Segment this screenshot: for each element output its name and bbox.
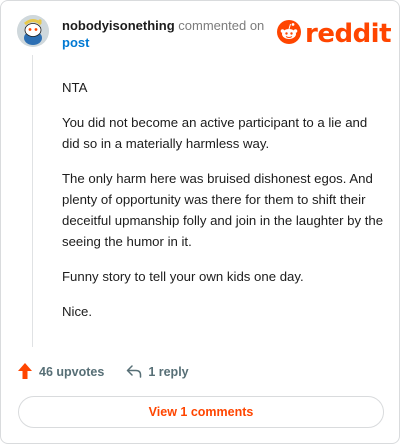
upvotes-count: 46 upvotes <box>39 365 105 379</box>
comment-paragraph: The only harm here was bruised dishonest… <box>62 171 384 249</box>
reddit-logo[interactable]: reddit <box>277 19 392 49</box>
logo-text: reddit <box>305 19 392 49</box>
upvote-button[interactable]: 46 upvotes <box>17 362 104 383</box>
comment-card: nobodyisonething commented on post reddi… <box>0 0 400 444</box>
post-link[interactable]: post <box>62 34 89 51</box>
comment-paragraph: Nice. <box>62 304 93 319</box>
comment-paragraph: NTA <box>62 80 88 95</box>
reply-button[interactable]: 1 reply <box>126 364 189 381</box>
replies-count: 1 reply <box>148 365 189 379</box>
upvote-arrow-icon <box>17 362 39 383</box>
comment-header: nobodyisonething commented on post <box>62 17 272 51</box>
reply-arrow-icon <box>126 364 148 381</box>
action-text: commented on <box>178 18 265 33</box>
thread-line[interactable] <box>32 55 33 347</box>
comment-paragraph: You did not become an active participant… <box>62 115 368 151</box>
reddit-snoo-icon <box>277 19 301 49</box>
username[interactable]: nobodyisonething <box>62 18 175 33</box>
comment-paragraph: Funny story to tell your own kids one da… <box>62 269 304 284</box>
avatar-icon[interactable] <box>17 15 49 47</box>
comment-actions: 46 upvotes 1 reply <box>17 361 189 383</box>
view-comments-button[interactable]: View 1 comments <box>18 396 384 428</box>
comment-body: NTA You did not become an active partici… <box>62 77 388 336</box>
